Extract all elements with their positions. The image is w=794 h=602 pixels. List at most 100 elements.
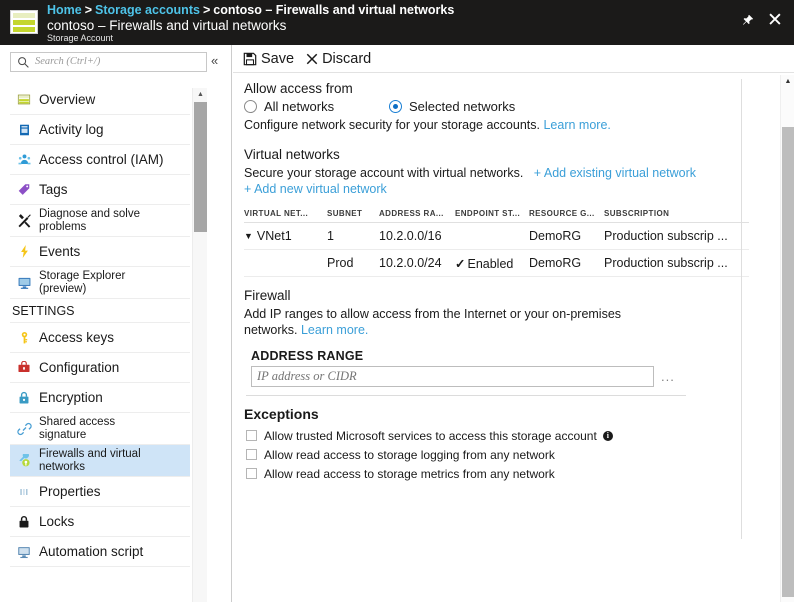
command-bar: Save Discard bbox=[233, 45, 794, 73]
table-cell-virtual-network: ▼ VNet1 bbox=[244, 229, 327, 243]
breadcrumb-home[interactable]: Home bbox=[47, 3, 82, 17]
sidebar-item-locks[interactable]: Locks bbox=[10, 507, 190, 537]
save-floppy-icon bbox=[243, 52, 257, 66]
address-range-more-button[interactable]: ... bbox=[661, 369, 675, 384]
sidebar-item-storage-explorer-preview[interactable]: Storage Explorer (preview) bbox=[10, 267, 190, 299]
add-new-virtual-network-row: + Add new virtual network bbox=[244, 181, 761, 197]
sidebar-item-automation-script[interactable]: Automation script bbox=[10, 537, 190, 567]
content-scrollbar-thumb[interactable] bbox=[782, 127, 794, 597]
sidebar-item-properties[interactable]: Properties bbox=[10, 477, 190, 507]
exception-checkbox-row[interactable]: Allow read access to storage logging fro… bbox=[244, 445, 761, 464]
table-column-header: ENDPOINT ST... bbox=[455, 209, 529, 218]
save-button[interactable]: Save bbox=[243, 51, 294, 67]
sidebar-item-encryption[interactable]: Encryption bbox=[10, 383, 190, 413]
virtual-networks-heading: Virtual networks bbox=[244, 146, 761, 163]
sidebar-item-label: Locks bbox=[37, 514, 74, 529]
address-range-label: ADDRESS RANGE bbox=[251, 349, 761, 363]
radio-selected-networks-label: Selected networks bbox=[409, 99, 515, 114]
table-row[interactable]: Prod10.2.0.0/24✓EnabledDemoRGProduction … bbox=[244, 250, 749, 277]
radio-selected-networks-indicator bbox=[389, 100, 402, 113]
exception-checkbox-row[interactable]: Allow trusted Microsoft services to acce… bbox=[244, 426, 761, 445]
breadcrumb-current: contoso – Firewalls and virtual networks bbox=[213, 3, 454, 17]
sidebar-item-firewalls-and-virtual-networks[interactable]: Firewalls and virtual networks bbox=[10, 445, 190, 477]
add-new-virtual-network-link[interactable]: + Add new virtual network bbox=[244, 182, 387, 196]
discard-button[interactable]: Discard bbox=[306, 51, 371, 67]
sidebar-item-label: Firewalls and virtual networks bbox=[37, 448, 141, 474]
firewall-icon bbox=[11, 445, 37, 476]
firewall-learn-more-link[interactable]: Learn more. bbox=[301, 323, 368, 337]
padlock-icon bbox=[11, 507, 37, 536]
collapse-sidebar-button[interactable]: « bbox=[211, 54, 218, 68]
address-range-input[interactable] bbox=[251, 366, 654, 387]
sidebar-item-label: Activity log bbox=[37, 122, 104, 137]
breadcrumb: Home>Storage accounts>contoso – Firewall… bbox=[47, 3, 454, 18]
expand-collapse-caret-icon[interactable]: ▼ bbox=[244, 231, 253, 241]
radio-all-networks-indicator bbox=[244, 100, 257, 113]
sidebar-scrollbar-thumb[interactable] bbox=[194, 102, 207, 232]
table-cell-resource-group: DemoRG bbox=[529, 256, 604, 270]
wrench-icon bbox=[11, 205, 37, 236]
virtual-networks-table: VIRTUAL NET...SUBNETADDRESS RA...ENDPOIN… bbox=[244, 204, 749, 277]
add-existing-virtual-network-link[interactable]: + Add existing virtual network bbox=[534, 166, 696, 180]
sidebar-search-row: Search (Ctrl+/) « bbox=[0, 45, 232, 78]
address-range-row: ... bbox=[251, 366, 761, 387]
allow-access-heading: Allow access from bbox=[244, 80, 761, 97]
key-icon bbox=[11, 323, 37, 352]
breadcrumb-sep-1: > bbox=[82, 3, 95, 17]
checkbox[interactable] bbox=[246, 430, 257, 441]
properties-icon bbox=[11, 477, 37, 506]
firewall-heading: Firewall bbox=[244, 287, 761, 304]
table-header-row: VIRTUAL NET...SUBNETADDRESS RA...ENDPOIN… bbox=[244, 204, 749, 223]
exception-checkbox-row[interactable]: Allow read access to storage metrics fro… bbox=[244, 464, 761, 483]
sidebar-item-overview[interactable]: Overview bbox=[10, 85, 190, 115]
lock-blue-icon bbox=[11, 383, 37, 412]
sidebar-item-shared-access-signature[interactable]: Shared access signature bbox=[10, 413, 190, 445]
sidebar-item-label: Automation script bbox=[37, 544, 143, 559]
search-input[interactable]: Search (Ctrl+/) bbox=[10, 52, 207, 72]
sidebar-item-access-control-iam[interactable]: Access control (IAM) bbox=[10, 145, 190, 175]
sidebar-item-tags[interactable]: Tags bbox=[10, 175, 190, 205]
sidebar-scrollbar[interactable]: ▲ ▼ bbox=[192, 88, 207, 602]
close-icon[interactable]: ✕ bbox=[764, 9, 786, 31]
storage-explorer-icon bbox=[11, 267, 37, 298]
content-scrollbar[interactable]: ▲ bbox=[780, 75, 794, 602]
sidebar-item-label: Properties bbox=[37, 484, 101, 499]
sidebar-item-label: Encryption bbox=[37, 390, 103, 405]
radio-all-networks-label: All networks bbox=[264, 99, 334, 114]
sidebar-item-access-keys[interactable]: Access keys bbox=[10, 323, 190, 353]
table-cell-subscription: Production subscrip ... bbox=[604, 229, 744, 243]
table-column-header: SUBSCRIPTION bbox=[604, 209, 744, 218]
table-cell-subnet: Prod bbox=[327, 256, 379, 270]
checkbox[interactable] bbox=[246, 468, 257, 479]
content-scroll-up-icon[interactable]: ▲ bbox=[781, 75, 794, 87]
sidebar-item-configuration[interactable]: Configuration bbox=[10, 353, 190, 383]
table-column-header: RESOURCE G... bbox=[529, 209, 604, 218]
pin-icon[interactable] bbox=[736, 9, 758, 31]
firewall-description: Add IP ranges to allow access from the I… bbox=[244, 306, 664, 338]
link-icon bbox=[11, 413, 37, 444]
allow-access-learn-more-link[interactable]: Learn more. bbox=[543, 118, 610, 132]
storage-account-icon bbox=[10, 10, 38, 34]
sidebar-item-label: Events bbox=[37, 244, 80, 259]
sidebar-item-diagnose-and-solve-problems[interactable]: Diagnose and solve problems bbox=[10, 205, 190, 237]
sidebar-item-events[interactable]: Events bbox=[10, 237, 190, 267]
content-right-edge bbox=[741, 79, 742, 539]
sidebar-item-activity-log[interactable]: Activity log bbox=[10, 115, 190, 145]
table-row[interactable]: ▼VNet1110.2.0.0/16DemoRGProduction subsc… bbox=[244, 223, 749, 250]
sidebar-item-label: Configuration bbox=[37, 360, 119, 375]
sidebar-item-label: Access control (IAM) bbox=[37, 152, 164, 167]
checkbox[interactable] bbox=[246, 449, 257, 460]
info-icon[interactable]: i bbox=[603, 431, 613, 441]
sidebar-item-label: Shared access signature bbox=[37, 416, 115, 442]
radio-all-networks[interactable]: All networks bbox=[244, 99, 389, 114]
virtual-networks-description-text: Secure your storage account with virtual… bbox=[244, 166, 523, 180]
radio-selected-networks[interactable]: Selected networks bbox=[389, 99, 515, 114]
breadcrumb-storage-accounts[interactable]: Storage accounts bbox=[95, 3, 200, 17]
divider bbox=[246, 395, 686, 396]
sidebar-item-label: Diagnose and solve problems bbox=[37, 208, 140, 234]
sidebar-scroll-up-icon[interactable]: ▲ bbox=[193, 88, 208, 101]
page-subtitle: Storage Account bbox=[47, 33, 113, 43]
blade-header: Home>Storage accounts>contoso – Firewall… bbox=[0, 0, 794, 45]
virtual-network-name: VNet1 bbox=[257, 229, 292, 243]
exception-label: Allow trusted Microsoft services to acce… bbox=[264, 429, 597, 443]
